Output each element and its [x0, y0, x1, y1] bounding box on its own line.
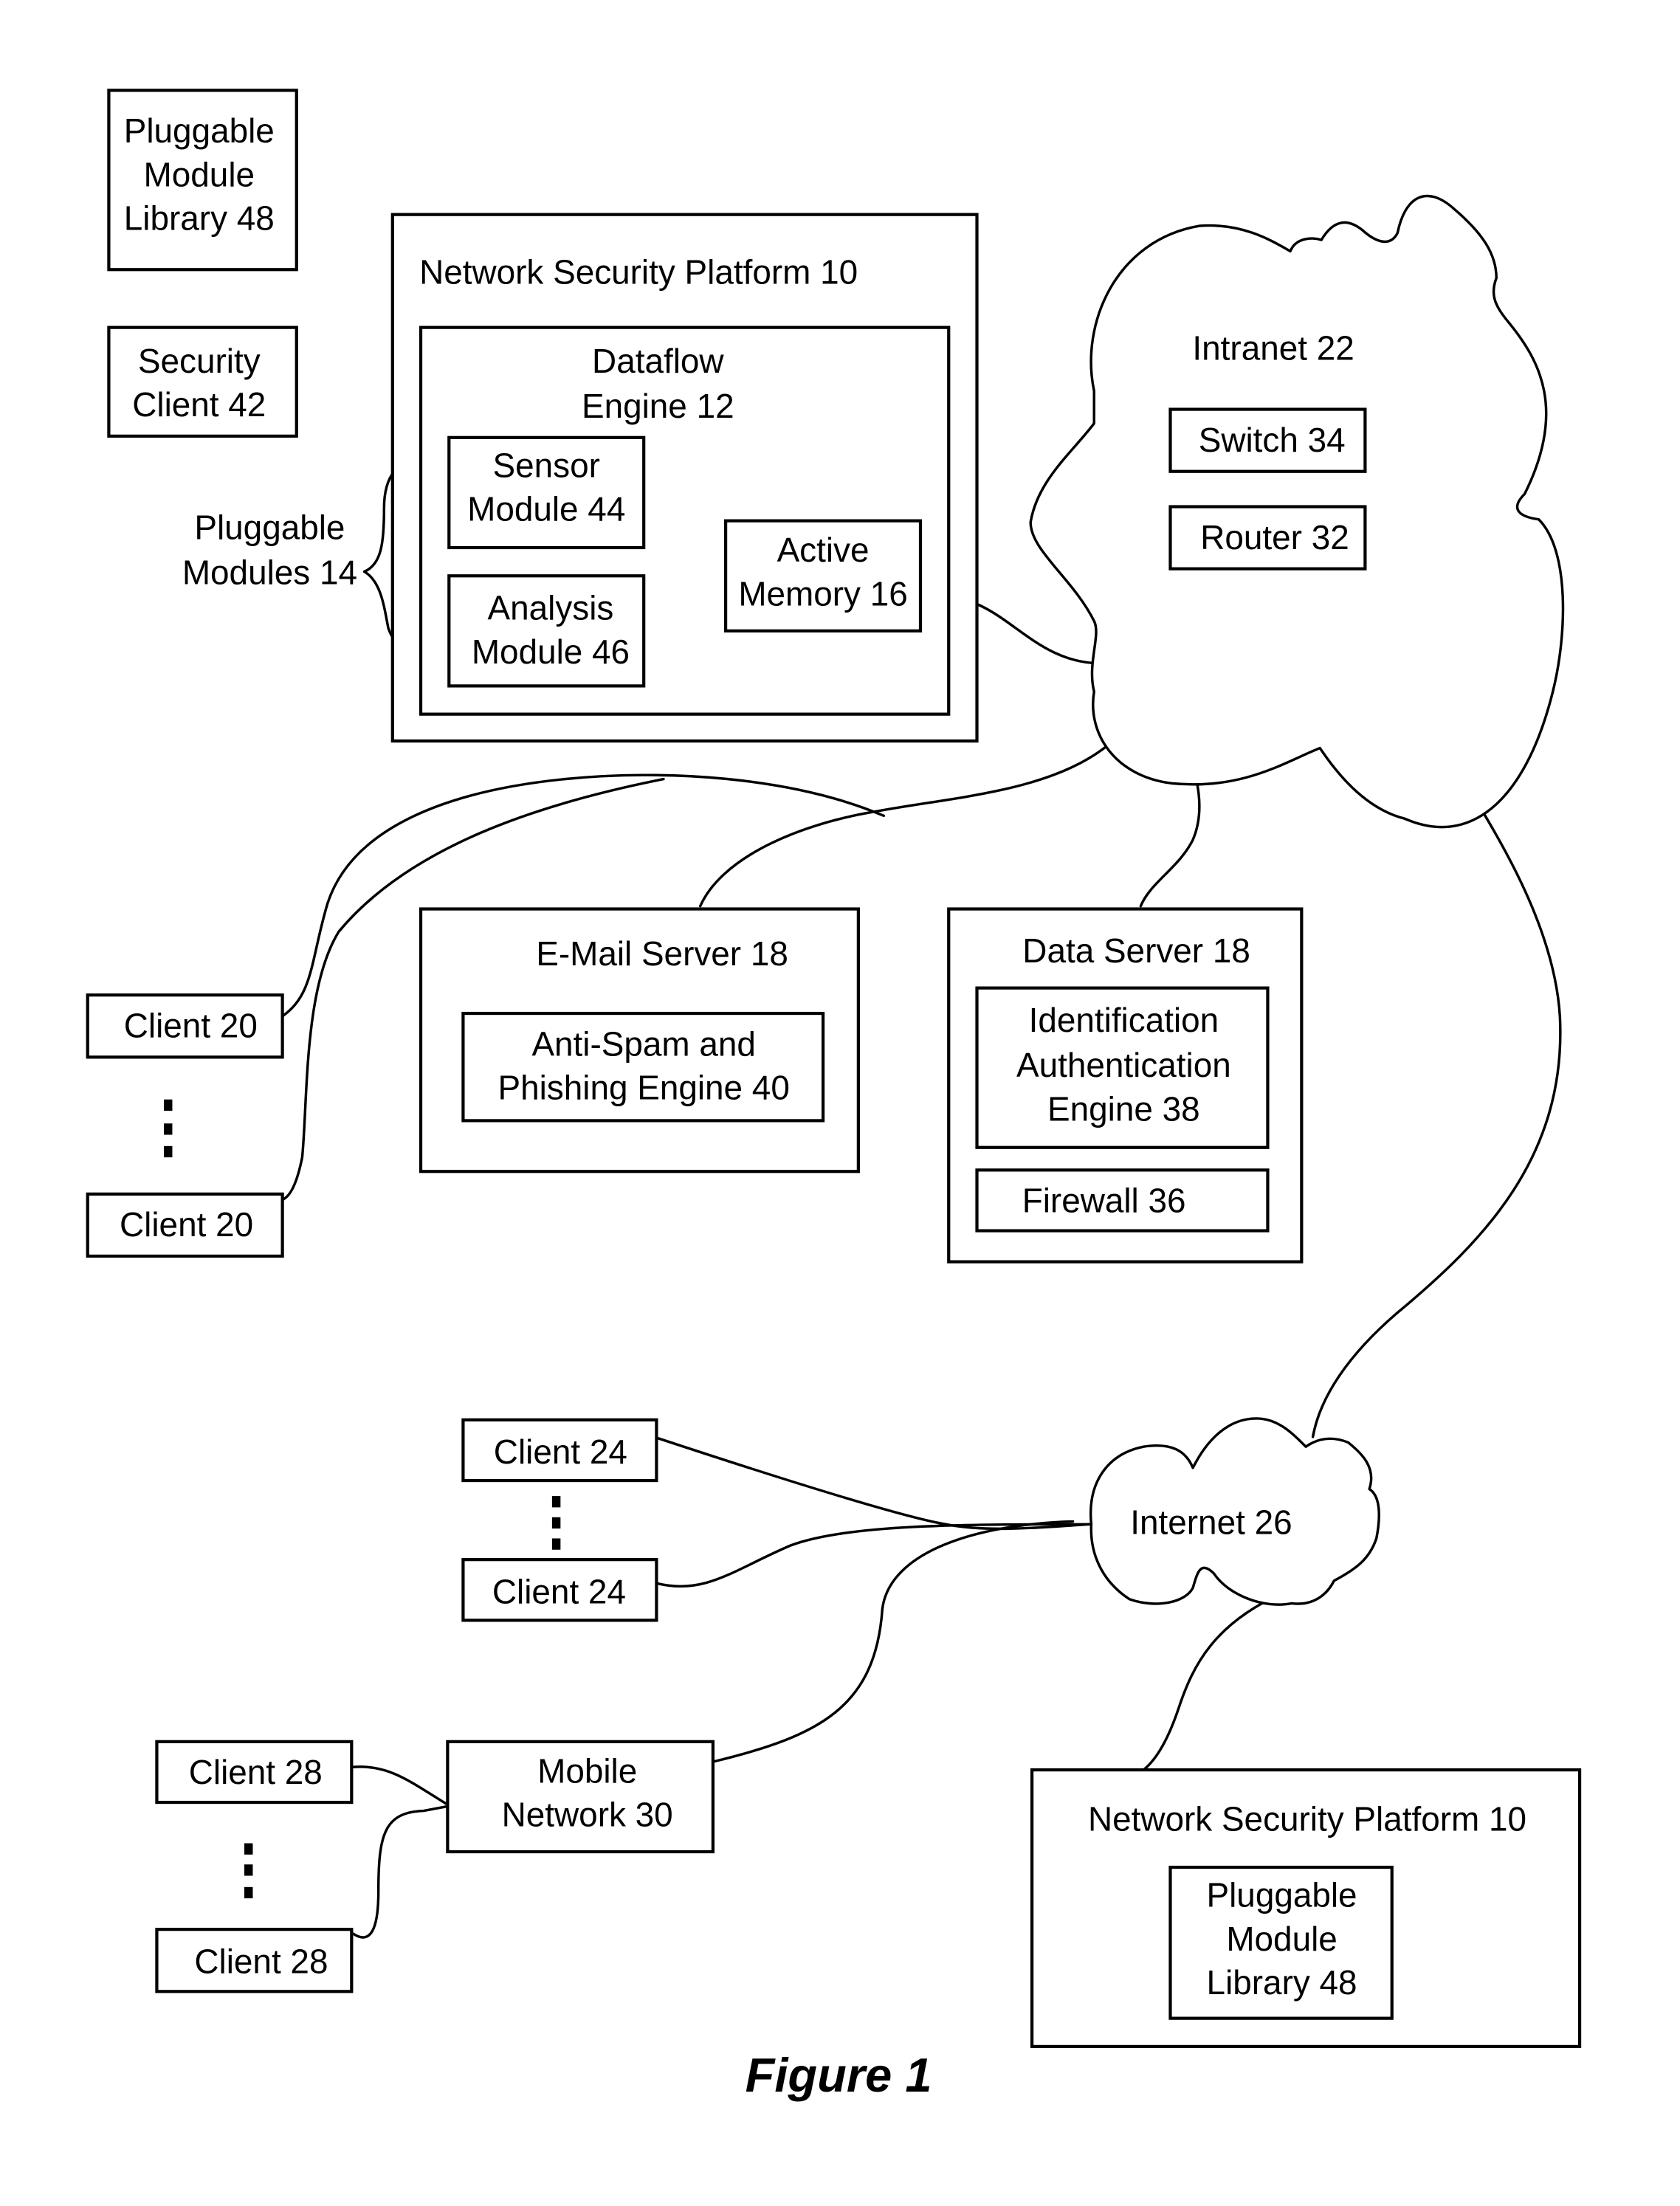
- network-security-platform-top: Network Security Platform 10 Dataflow En…: [390, 213, 979, 743]
- firewall-label: Firewall 36: [1022, 1182, 1186, 1220]
- router: Router 32: [1168, 505, 1367, 571]
- label-line: Memory 16: [738, 574, 907, 613]
- analysis-module: Analysis Module 46: [447, 574, 646, 688]
- anti-spam-phishing-engine: Anti-Spam and Phishing Engine 40: [461, 1011, 825, 1123]
- label-line: Anti-Spam and: [531, 1024, 755, 1063]
- client-28-bottom: Client 28: [155, 1928, 354, 1993]
- mobile-network: Mobile Network 30: [446, 1740, 715, 1854]
- label-line: Library 48: [124, 199, 275, 238]
- internet-title: Internet 26: [1130, 1503, 1292, 1542]
- label-line: Network 30: [502, 1796, 673, 1834]
- client-28-top: Client 28: [155, 1740, 354, 1805]
- label-line: Pluggable: [1207, 1876, 1357, 1914]
- label-line: Module: [144, 155, 255, 193]
- client-label: Client 20: [124, 1007, 258, 1045]
- pluggable-module-library-bottom: Pluggable Module Library 48: [1168, 1865, 1394, 2020]
- wire-mobile-network-to-internet: [713, 1520, 1075, 1763]
- label-line: Module: [1226, 1920, 1337, 1958]
- figure-caption: Figure 1: [746, 2048, 932, 2102]
- client-24-top: Client 24: [461, 1418, 658, 1483]
- internet-cloud: Internet 26: [1089, 1417, 1380, 1606]
- client-label: Client 24: [494, 1433, 627, 1471]
- ellipsis-client-20: [163, 1099, 173, 1158]
- identification-authentication-engine: Identification Authentication Engine 38: [975, 986, 1270, 1149]
- client-label: Client 20: [120, 1205, 253, 1244]
- label-line: Library 48: [1207, 1963, 1357, 2002]
- sensor-module: Sensor Module 44: [447, 435, 646, 550]
- network-security-diagram: Pluggable Module Library 48 Security Cli…: [86, 89, 1582, 2102]
- label-line: Dataflow: [592, 342, 724, 380]
- email-server-title: E-Mail Server 18: [536, 934, 788, 973]
- switch-label: Switch 34: [1199, 421, 1346, 459]
- data-server: Data Server 18 Identification Authentica…: [947, 907, 1304, 1264]
- platform-title: Network Security Platform 10: [419, 252, 858, 291]
- email-server: E-Mail Server 18 Anti-Spam and Phishing …: [419, 907, 860, 1173]
- ellipsis-client-24: [551, 1496, 561, 1550]
- label-line: Sensor: [493, 446, 600, 484]
- wire-internet-to-platform-bottom: [1142, 1590, 1287, 1771]
- router-label: Router 32: [1200, 518, 1349, 556]
- network-security-platform-bottom: Network Security Platform 10 Pluggable M…: [1030, 1768, 1582, 2049]
- label-line: Phishing Engine 40: [498, 1069, 790, 1107]
- label-line: Identification: [1029, 1001, 1219, 1039]
- label-line: Analysis: [488, 589, 614, 627]
- firewall: Firewall 36: [975, 1168, 1270, 1233]
- label-line: Active: [777, 531, 870, 569]
- client-label: Client 28: [194, 1942, 328, 1980]
- label-line: Module 44: [467, 490, 625, 528]
- pluggable-modules-label: Pluggable Modules 14: [182, 509, 357, 592]
- wire-client-24-top-to-internet: [656, 1436, 1092, 1531]
- label-line: Pluggable: [194, 509, 345, 547]
- pluggable-module-library-top: Pluggable Module Library 48: [107, 89, 298, 272]
- client-label: Client 24: [492, 1572, 626, 1610]
- label-line: Client 42: [132, 385, 266, 424]
- switch: Switch 34: [1168, 407, 1367, 473]
- label-line: Authentication: [1016, 1046, 1231, 1084]
- platform-title: Network Security Platform 10: [1088, 1799, 1526, 1838]
- label-line: Modules 14: [182, 554, 357, 592]
- client-20-bottom: Client 20: [86, 1192, 284, 1258]
- client-20-top: Client 20: [86, 993, 284, 1059]
- label-line: Module 46: [472, 632, 630, 671]
- dataflow-engine: Dataflow Engine 12 Sensor Module 44 Anal…: [419, 325, 951, 716]
- wire-client-28-bottom-to-mobile: [351, 1805, 448, 1939]
- intranet-title: Intranet 22: [1192, 329, 1354, 368]
- client-24-bottom: Client 24: [461, 1558, 658, 1622]
- active-memory: Active Memory 16: [723, 519, 923, 632]
- intranet-cloud: Intranet 22 Switch 34 Router 32: [1029, 194, 1565, 829]
- client-label: Client 28: [189, 1753, 323, 1791]
- data-server-title: Data Server 18: [1022, 931, 1250, 970]
- label-line: Engine 12: [582, 387, 734, 425]
- label-line: Security: [138, 342, 261, 380]
- label-line: Mobile: [537, 1751, 637, 1790]
- ellipsis-client-28: [244, 1843, 253, 1899]
- label-line: Pluggable: [124, 111, 275, 150]
- label-line: Engine 38: [1047, 1089, 1200, 1128]
- wire-client-24-bottom-to-internet: [656, 1523, 1092, 1588]
- security-client: Security Client 42: [107, 325, 298, 438]
- wire-client-28-top-to-mobile: [351, 1765, 448, 1805]
